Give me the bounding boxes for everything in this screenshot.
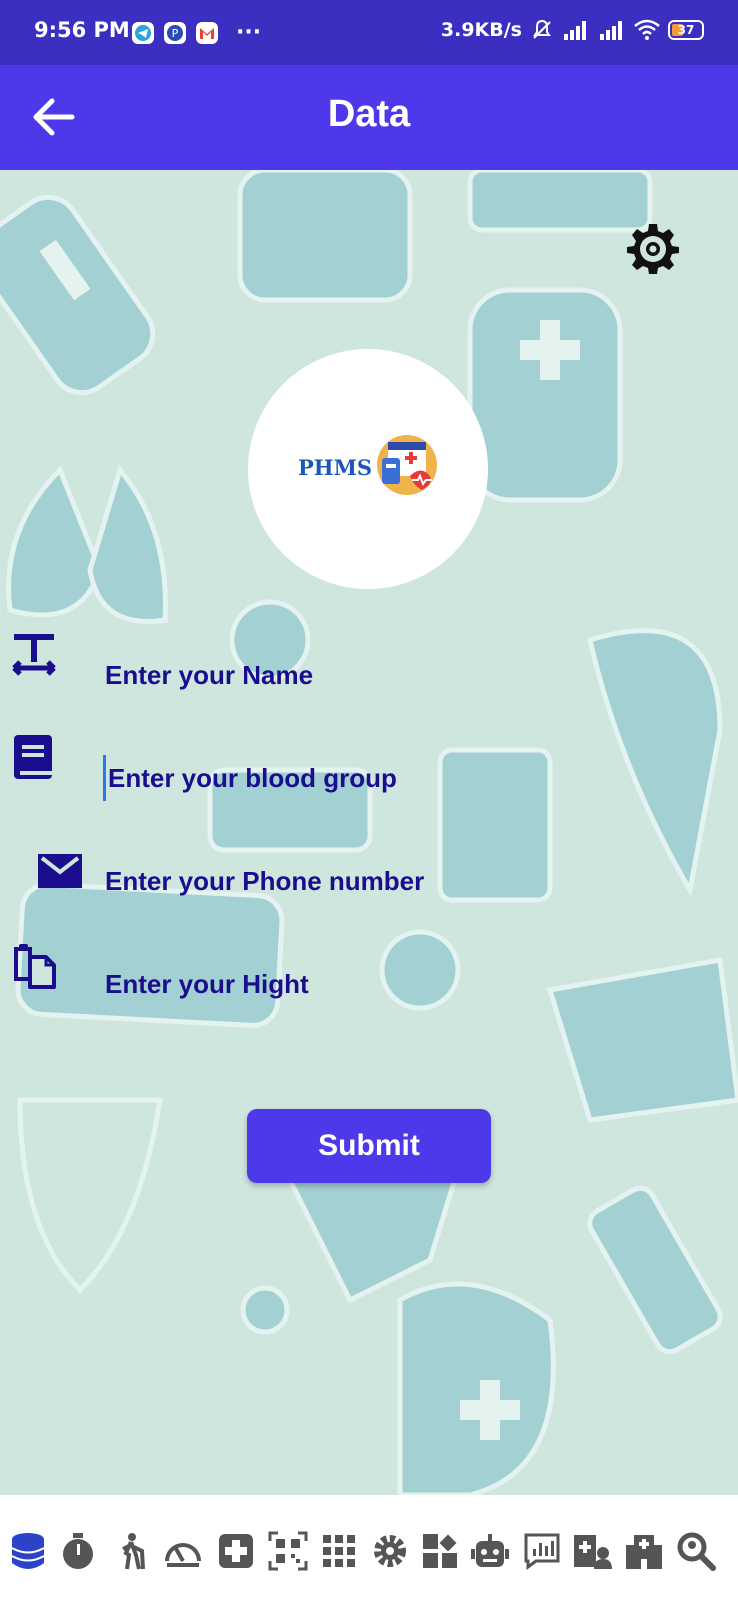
- name-input[interactable]: [103, 652, 667, 698]
- chart-message-icon[interactable]: [522, 1531, 562, 1571]
- signal-icon: [600, 21, 622, 40]
- battery-level: 37: [677, 23, 695, 37]
- mute-icon: [533, 19, 551, 39]
- status-bar: 9:56 PM P ··· 3.9KB/s 37: [0, 0, 738, 65]
- search-location-icon[interactable]: [676, 1531, 716, 1571]
- settings-gear-icon[interactable]: [625, 220, 681, 276]
- clipboard-icon: [14, 944, 56, 989]
- database-icon[interactable]: [8, 1531, 48, 1571]
- book-icon: [14, 735, 52, 779]
- svg-text:P: P: [172, 27, 179, 40]
- gauge-icon[interactable]: [163, 1531, 203, 1571]
- robot-icon[interactable]: [470, 1531, 510, 1571]
- widgets-icon[interactable]: [420, 1531, 460, 1571]
- phone-input[interactable]: [103, 858, 667, 904]
- status-notification-icons: P ···: [132, 20, 261, 45]
- hospital-icon[interactable]: [624, 1531, 664, 1571]
- app-bar: Data: [0, 65, 738, 170]
- signal-icon: [564, 21, 586, 40]
- status-time: 9:56 PM: [34, 18, 130, 42]
- pinterest-icon: P: [164, 21, 186, 44]
- wifi-icon: [634, 19, 660, 40]
- logo-circle: PHMS: [248, 349, 488, 589]
- height-input[interactable]: [103, 961, 667, 1007]
- walking-icon[interactable]: [112, 1531, 152, 1571]
- qr-code-icon[interactable]: [268, 1531, 308, 1571]
- page-title: Data: [327, 93, 411, 135]
- battery-icon: 37: [668, 20, 704, 40]
- telegram-icon: [132, 21, 154, 44]
- first-aid-icon[interactable]: [216, 1531, 256, 1571]
- name-field-row: [0, 634, 738, 710]
- network-speed: 3.9KB/s: [440, 19, 522, 41]
- gear-icon[interactable]: [370, 1531, 410, 1571]
- gmail-icon: [196, 21, 218, 44]
- submit-button[interactable]: Submit: [247, 1109, 491, 1183]
- medical-kit-logo-icon: [377, 435, 437, 495]
- text-format-icon: [12, 634, 56, 676]
- logo-text: PHMS: [298, 455, 373, 480]
- height-field-row: [0, 944, 738, 1019]
- timer-icon[interactable]: [58, 1531, 98, 1571]
- phone-field-row: [0, 846, 738, 916]
- blood-group-input[interactable]: [103, 755, 670, 801]
- grid-icon[interactable]: [319, 1531, 359, 1571]
- bottom-toolbar: [0, 1495, 738, 1600]
- blood-group-field-row: [0, 735, 738, 813]
- status-more: ···: [236, 20, 262, 45]
- status-right: 3.9KB/s 37: [441, 18, 704, 42]
- mail-icon: [38, 854, 82, 888]
- doctor-icon[interactable]: [572, 1531, 612, 1571]
